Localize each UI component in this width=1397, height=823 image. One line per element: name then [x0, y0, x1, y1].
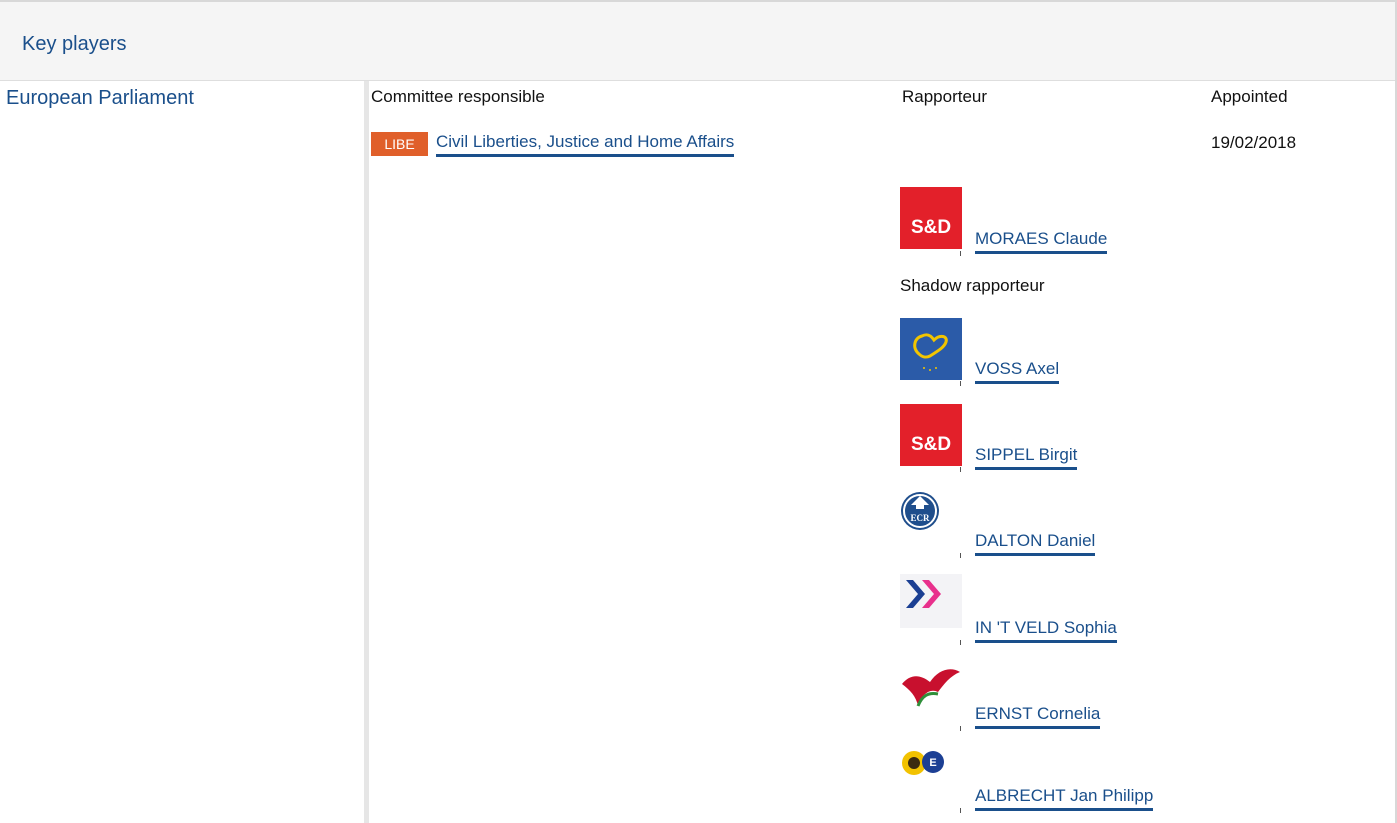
institution-label: European Parliament	[6, 87, 194, 109]
shadow-rapporteur-link[interactable]: DALTON Daniel	[975, 531, 1096, 556]
list-marker	[960, 808, 961, 813]
epp-group-logo-icon	[900, 318, 962, 380]
committee-link[interactable]: Civil Liberties, Justice and Home Affair…	[436, 132, 735, 157]
committee-column-header: Committee responsible	[371, 87, 545, 106]
rapporteur-column-header: Rapporteur	[902, 87, 988, 106]
section-title: Key players	[22, 33, 127, 55]
section-header: Key players	[0, 2, 1395, 81]
committee-code-badge: LIBE	[371, 132, 428, 156]
sd-group-logo-icon: S&D	[900, 404, 962, 466]
shadow-rapporteur-label: Shadow rapporteur	[900, 276, 1045, 295]
svg-text:S&D: S&D	[911, 217, 951, 238]
sd-group-logo-icon: S&D	[900, 187, 962, 249]
list-marker	[960, 381, 961, 386]
shadow-rapporteur-link[interactable]: IN 'T VELD Sophia	[975, 618, 1117, 643]
appointed-date: 19/02/2018	[1211, 133, 1297, 152]
greens-efa-group-logo-icon: E	[900, 746, 962, 808]
ecr-group-logo-icon: ECR	[900, 490, 962, 552]
list-marker	[960, 553, 961, 558]
institution-column: European Parliament	[0, 81, 369, 823]
list-marker	[960, 251, 961, 256]
svg-text:ECR: ECR	[910, 513, 930, 523]
rapporteur-link[interactable]: MORAES Claude	[975, 229, 1108, 254]
list-marker	[960, 640, 961, 645]
shadow-rapporteur-link[interactable]: ERNST Cornelia	[975, 704, 1101, 729]
svg-text:S&D: S&D	[911, 434, 951, 455]
shadow-rapporteur-link[interactable]: ALBRECHT Jan Philipp	[975, 786, 1154, 811]
list-marker	[960, 726, 961, 731]
shadow-rapporteur-link[interactable]: VOSS Axel	[975, 359, 1060, 384]
gue-ngl-group-logo-icon	[900, 662, 962, 724]
alde-group-logo-icon	[900, 574, 962, 636]
appointed-column-header: Appointed	[1211, 87, 1288, 106]
svg-text:E: E	[929, 757, 936, 769]
shadow-rapporteur-link[interactable]: SIPPEL Birgit	[975, 445, 1078, 470]
list-marker	[960, 467, 961, 472]
